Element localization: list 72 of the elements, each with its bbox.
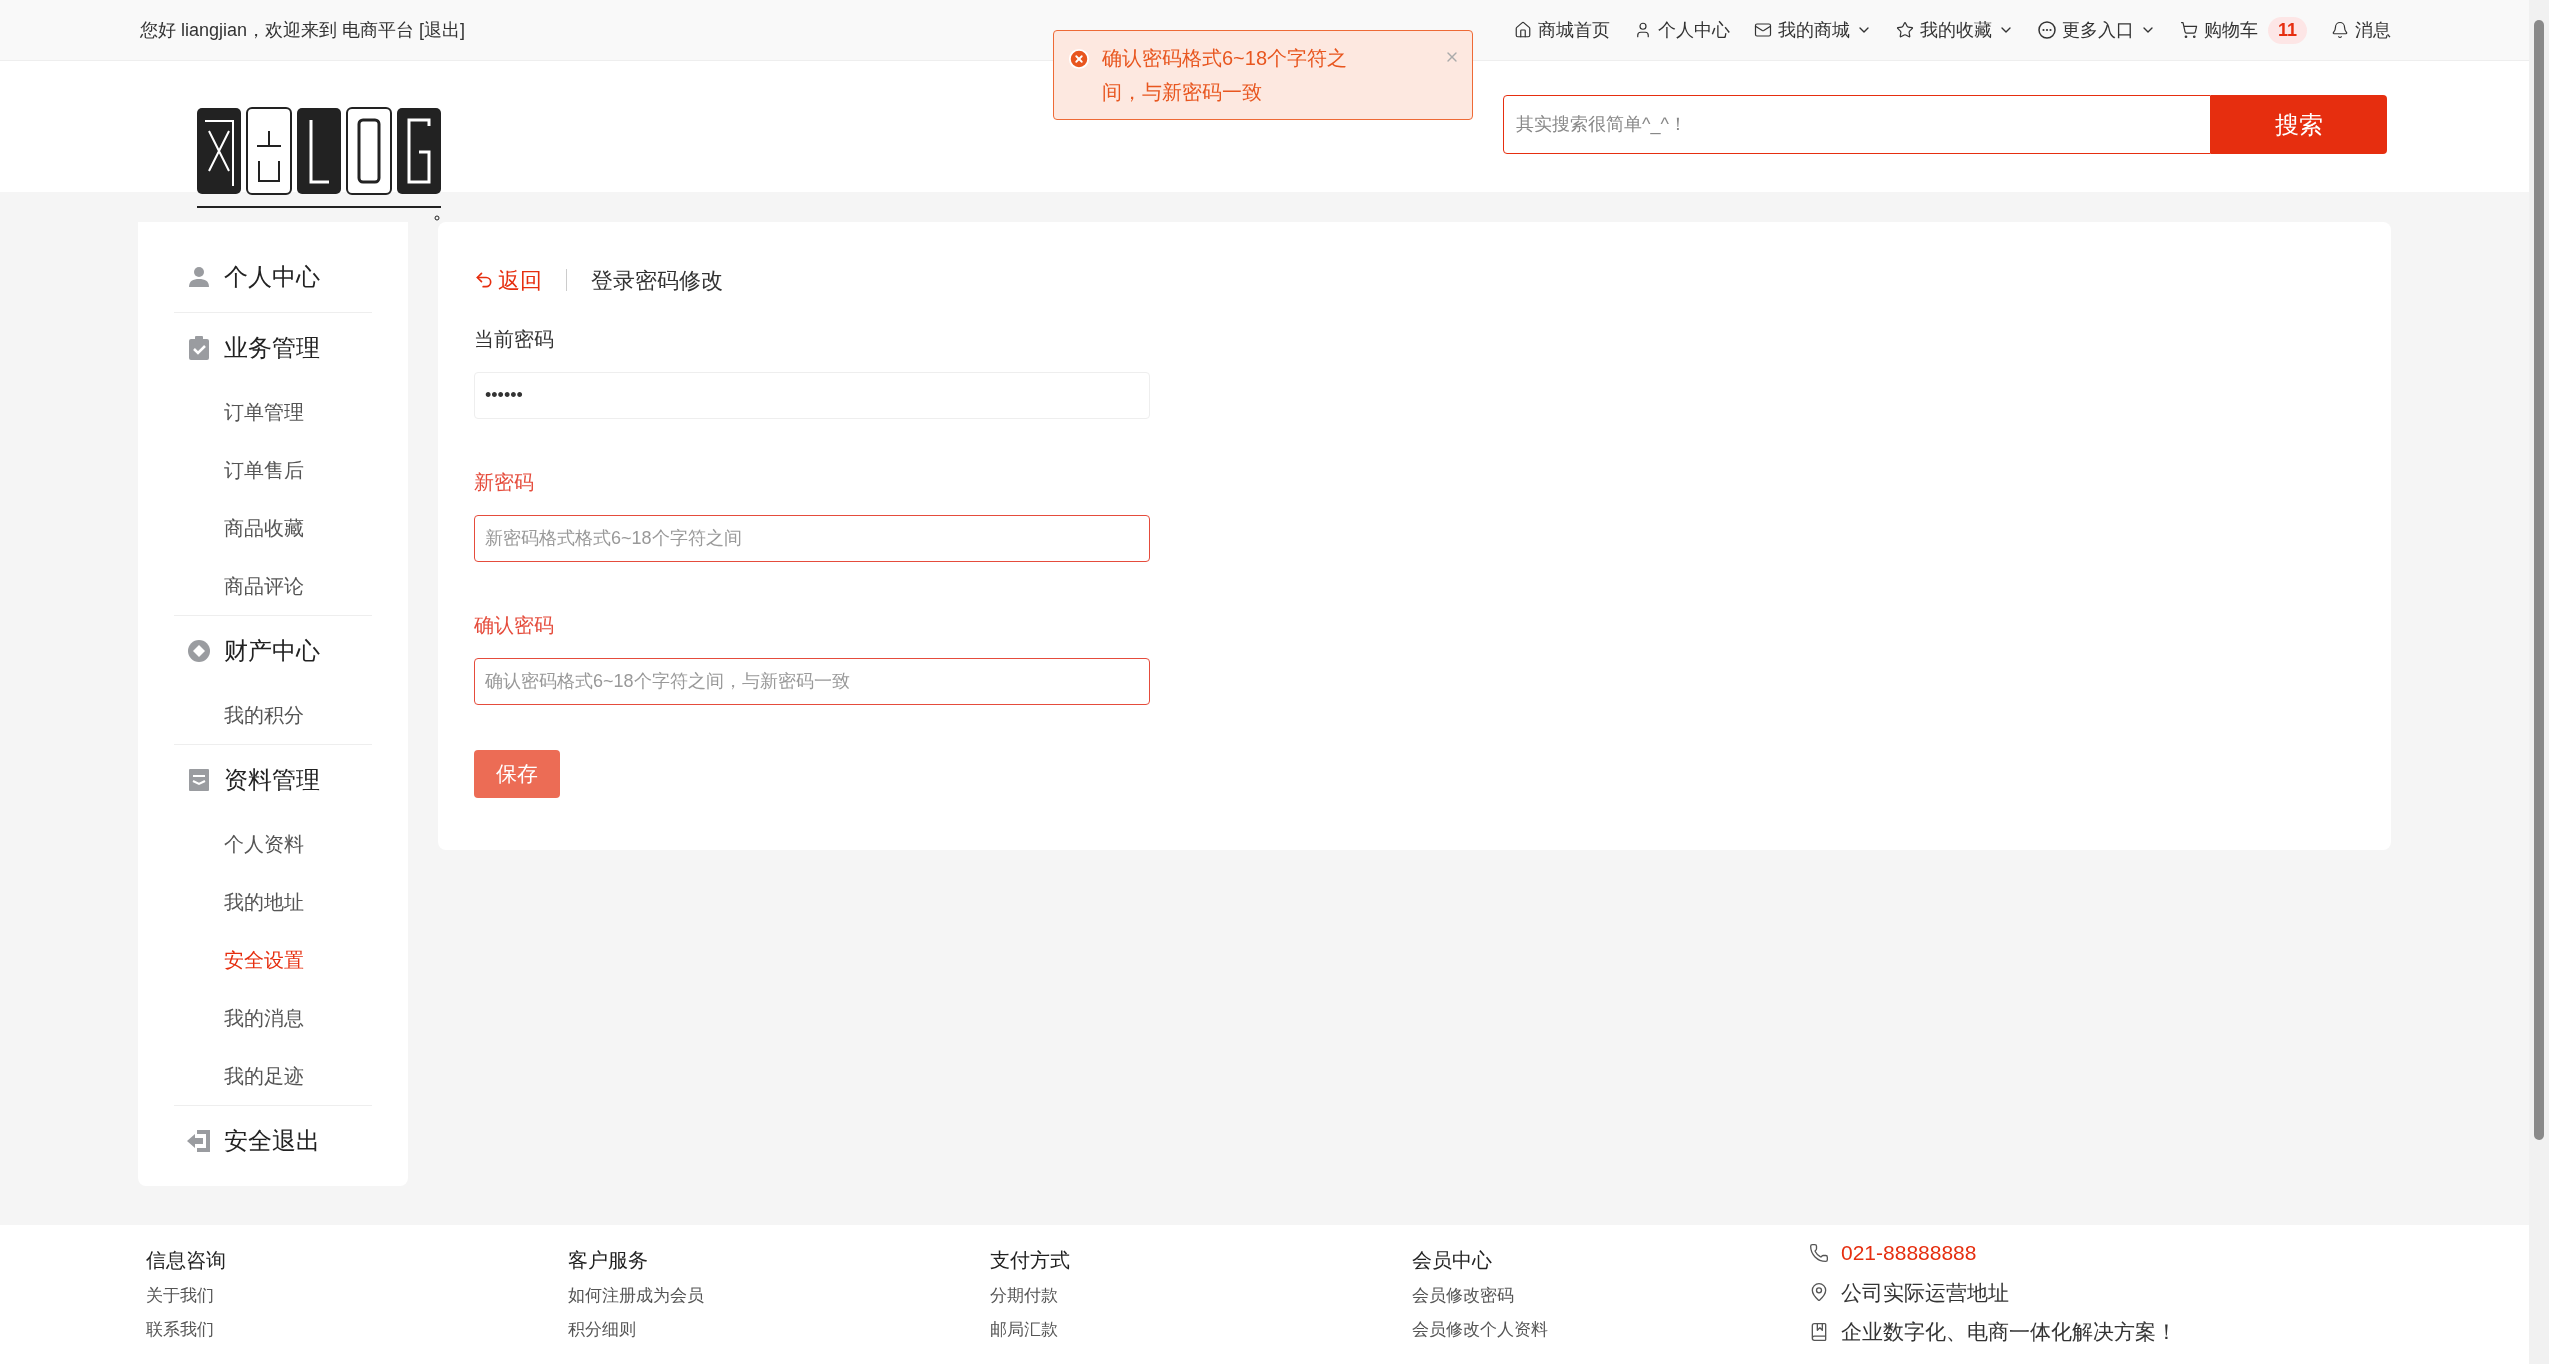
scrollbar[interactable]: [2529, 0, 2549, 1364]
sidebar-item[interactable]: 我的消息: [174, 989, 372, 1047]
diamond-circle-icon: [187, 639, 211, 663]
nav-link[interactable]: 个人中心: [1633, 16, 1730, 44]
contact-text: 021-88888888: [1841, 1240, 1977, 1266]
sidebar-group-link[interactable]: 安全退出: [174, 1106, 372, 1176]
sidebar-group-link[interactable]: 资料管理: [174, 745, 372, 815]
search-button[interactable]: 搜索: [2211, 95, 2387, 154]
nav-link[interactable]: 我的商城: [1753, 16, 1872, 44]
sidebar-item[interactable]: 我的积分: [174, 686, 372, 744]
cart-count-badge: 11: [2267, 16, 2307, 44]
location-pin-icon: [1809, 1282, 1829, 1303]
field-label: 确认密码: [474, 613, 555, 638]
footer-link[interactable]: 邮局汇款: [990, 1316, 1058, 1342]
footer-link[interactable]: 联系我们: [146, 1316, 214, 1342]
bookmark-icon: [1809, 1321, 1829, 1342]
phone-icon: [1809, 1242, 1829, 1263]
sidebar-item[interactable]: 订单管理: [174, 383, 372, 441]
sidebar-group-title: 资料管理: [224, 765, 320, 795]
sidebar-item[interactable]: 商品收藏: [174, 499, 372, 557]
sidebar-group-title: 安全退出: [224, 1126, 320, 1156]
search-field[interactable]: 其实搜索很简单^_^！: [1503, 95, 2211, 154]
nav-link[interactable]: 更多入口: [2037, 16, 2156, 44]
footer-link[interactable]: 分期付款: [990, 1283, 1058, 1309]
bell-icon: [2331, 21, 2349, 39]
footer-link[interactable]: 关于我们: [146, 1283, 214, 1309]
footer-heading: 支付方式: [990, 1248, 1070, 1273]
password-field[interactable]: ••••••: [474, 372, 1150, 419]
logout-icon: [187, 1130, 211, 1152]
greeting-text: 您好 liangjian，欢迎来到 电商平台 [退出]: [140, 18, 466, 42]
footer-heading: 客户服务: [568, 1248, 648, 1273]
back-arrow-icon: [474, 270, 494, 290]
nav-link[interactable]: 消息: [2331, 16, 2391, 44]
nav-link[interactable]: 我的收藏: [1895, 16, 2014, 44]
sidebar-item[interactable]: 安全设置: [174, 931, 372, 989]
field-label: 当前密码: [474, 327, 555, 352]
sidebar-group-title: 财产中心: [224, 636, 320, 666]
sidebar-group-link[interactable]: 个人中心: [174, 242, 372, 312]
contact-text: 公司实际运营地址: [1841, 1279, 2009, 1306]
home-icon: [1513, 21, 1532, 39]
sidebar-group-title: 个人中心: [224, 262, 320, 292]
toast-message: 确认密码格式6~18个字符之间，与新密码一致: [1102, 46, 1349, 105]
sidebar-item[interactable]: 个人资料: [174, 815, 372, 873]
footer-heading: 会员中心: [1412, 1248, 1492, 1273]
sidebar-item[interactable]: 商品评论: [174, 557, 372, 615]
sidebar-item[interactable]: 我的地址: [174, 873, 372, 931]
cart-icon: [2179, 21, 2198, 39]
page-title: 登录密码修改: [591, 266, 723, 295]
mail-icon: [1753, 21, 1772, 39]
user-icon: [188, 266, 210, 288]
password-field[interactable]: 新密码格式格式6~18个字符之间: [474, 515, 1150, 562]
back-link[interactable]: 返回: [474, 263, 542, 297]
clipboard-check-icon: [188, 336, 210, 360]
footer-link[interactable]: 如何注册成为会员: [568, 1283, 704, 1309]
field-label: 新密码: [474, 470, 535, 495]
footer-link[interactable]: 会员修改个人资料: [1412, 1316, 1548, 1342]
sidebar-group-title: 业务管理: [224, 333, 320, 363]
archive-icon: [188, 768, 210, 792]
sidebar-group-link[interactable]: 业务管理: [174, 313, 372, 383]
footer-link[interactable]: 会员修改密码: [1412, 1283, 1514, 1309]
password-field[interactable]: 确认密码格式6~18个字符之间，与新密码一致: [474, 658, 1150, 705]
footer-link[interactable]: 积分细则: [568, 1316, 636, 1342]
sidebar-group-link[interactable]: 财产中心: [174, 616, 372, 686]
nav-link[interactable]: 商城首页: [1513, 16, 1610, 44]
nav-link[interactable]: 购物车 11: [2179, 16, 2307, 44]
sidebar-item[interactable]: 我的足迹: [174, 1047, 372, 1105]
sidebar-item[interactable]: 订单售后: [174, 441, 372, 499]
star-icon: [1895, 21, 1914, 39]
contact-text: 企业数字化、电商一体化解决方案！: [1841, 1319, 2177, 1345]
error-icon: [1068, 48, 1090, 70]
footer-heading: 信息咨询: [146, 1248, 226, 1273]
dots-circle-icon: [2037, 21, 2056, 39]
